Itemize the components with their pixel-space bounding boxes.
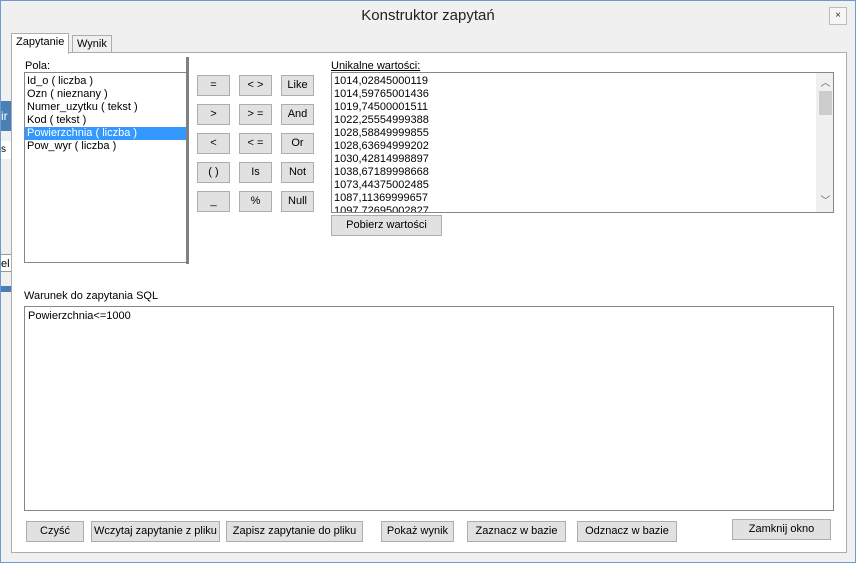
scroll-down-icon[interactable]: ﹀	[817, 193, 833, 210]
close-window-button[interactable]: Zamknij okno	[732, 519, 831, 540]
operator-button[interactable]: %	[239, 191, 272, 212]
tab-wynik[interactable]: Wynik (7)	[72, 35, 112, 66]
unmark-in-db-button[interactable]: Odznacz w bazie	[577, 521, 677, 542]
scroll-thumb[interactable]	[819, 91, 832, 115]
field-item[interactable]: Numer_uzytku ( tekst )	[25, 101, 187, 114]
fields-label: Pola:	[25, 60, 51, 72]
operator-button[interactable]: Null	[281, 191, 314, 212]
operator-button[interactable]: < =	[239, 133, 272, 154]
unique-value-item[interactable]: 1022,25554999388	[332, 114, 815, 127]
window-title: Konstruktor zapytań	[361, 7, 495, 24]
tab-zapytanie[interactable]: Zapytanie	[11, 33, 70, 54]
title-bar: Konstruktor zapytań ×	[1, 1, 855, 31]
unique-values-scrollbar[interactable]: ︿ ﹀	[816, 73, 833, 212]
unique-value-item[interactable]: 1097,72695002827	[332, 205, 815, 212]
background-fragment-a: ir	[1, 101, 11, 131]
background-fragment-d	[1, 286, 11, 292]
operator-button[interactable]: _	[197, 191, 230, 212]
unique-value-item[interactable]: 1073,44375002485	[332, 179, 815, 192]
field-item[interactable]: Powierzchnia ( liczba )	[25, 127, 187, 140]
unique-value-item[interactable]: 1038,67189998668	[332, 166, 815, 179]
field-item[interactable]: Pow_wyr ( liczba )	[25, 140, 187, 153]
load-query-button[interactable]: Wczytaj zapytanie z pliku	[91, 521, 220, 542]
operator-button[interactable]: ( )	[197, 162, 230, 183]
background-fragment-a-text: ir	[1, 109, 8, 123]
background-fragment-b: s	[1, 141, 11, 159]
background-fragment-c-text: el	[1, 258, 10, 270]
show-result-button[interactable]: Pokaż wynik	[381, 521, 454, 542]
operator-button[interactable]: <	[197, 133, 230, 154]
scroll-up-icon[interactable]: ︿	[817, 75, 833, 92]
operator-button[interactable]: Not	[281, 162, 314, 183]
operator-button[interactable]: > =	[239, 104, 272, 125]
field-item[interactable]: Id_o ( liczba )	[25, 75, 187, 88]
mark-in-db-button[interactable]: Zaznacz w bazie	[467, 521, 566, 542]
unique-value-item[interactable]: 1014,59765001436	[332, 88, 815, 101]
save-query-button[interactable]: Zapisz zapytanie do pliku	[226, 521, 363, 542]
field-item[interactable]: Kod ( tekst )	[25, 114, 187, 127]
operator-button[interactable]: Or	[281, 133, 314, 154]
unique-values-label-text: Unikalne wartości:	[331, 60, 421, 72]
query-tab-panel: Pola: Id_o ( liczba ) Ozn ( nieznany ) Num…	[11, 52, 847, 553]
unique-value-item[interactable]: 1028,58849999855	[332, 127, 815, 140]
unique-value-item[interactable]: 1087,11369999657	[332, 192, 815, 205]
fetch-values-button[interactable]: Pobierz wartości	[331, 215, 442, 236]
operator-button[interactable]: Like	[281, 75, 314, 96]
sql-condition-label: Warunek do zapytania SQL	[24, 290, 159, 302]
sql-condition-textarea[interactable]: Powierzchnia<=1000	[24, 306, 834, 511]
unique-value-item[interactable]: 1014,02845000119	[332, 75, 815, 88]
unique-value-item[interactable]: 1030,42814998897	[332, 153, 815, 166]
close-icon[interactable]: ×	[829, 7, 847, 25]
unique-value-item[interactable]: 1028,63694999202	[332, 140, 815, 153]
operator-button[interactable]: And	[281, 104, 314, 125]
operator-button[interactable]: Is	[239, 162, 272, 183]
fields-splitter[interactable]	[186, 57, 189, 264]
query-builder-window: ir s el Konstruktor zapytań × Zapytanie …	[0, 0, 856, 563]
unique-value-item[interactable]: 1019,74500001511	[332, 101, 815, 114]
operator-button[interactable]: >	[197, 104, 230, 125]
clear-button[interactable]: Czyść	[26, 521, 84, 542]
operator-button[interactable]: < >	[239, 75, 272, 96]
unique-values-label: Unikalne wartości:	[331, 60, 420, 72]
field-item[interactable]: Ozn ( nieznany )	[25, 88, 187, 101]
background-fragment-c: el	[1, 254, 11, 272]
fields-list[interactable]: Id_o ( liczba ) Ozn ( nieznany ) Numer_uzy…	[24, 72, 188, 263]
operator-button[interactable]: =	[197, 75, 230, 96]
background-fragment-b-text: s	[1, 144, 6, 155]
unique-values-list[interactable]: 1014,02845000119 1014,59765001436 1019,745…	[331, 72, 834, 213]
